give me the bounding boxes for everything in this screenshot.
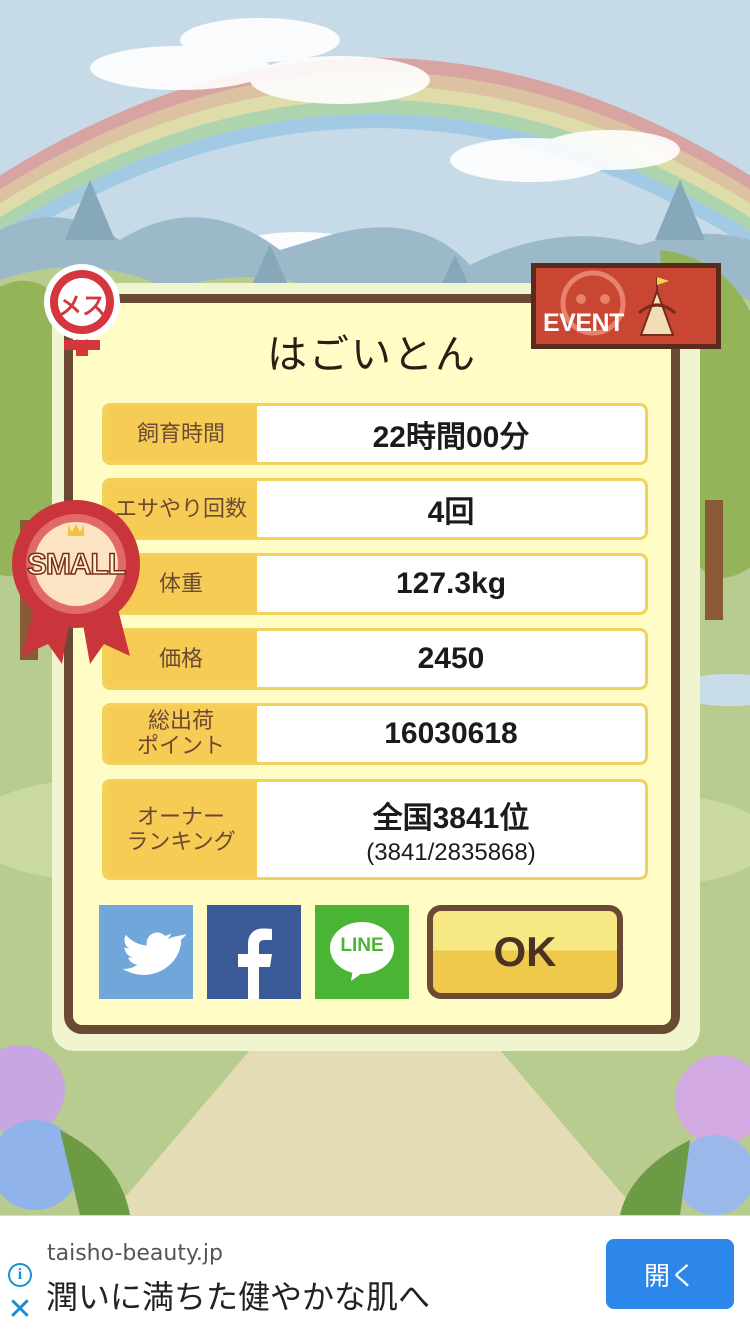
size-label: SMALL [26, 547, 127, 582]
stat-label: 飼育時間 [105, 406, 257, 462]
ad-close-icon[interactable]: ✕ [6, 1295, 34, 1325]
stat-row-owner-ranking: オーナー ランキング 全国3841位 (3841/2835868) [102, 779, 648, 880]
ranking-position: 全国3841位 [372, 801, 530, 835]
female-gender-badge: メス [36, 262, 128, 360]
ad-open-button[interactable]: 開く [606, 1239, 734, 1309]
stat-row-price: 価格 2450 [102, 628, 648, 690]
stat-row-breeding-time: 飼育時間 22時間00分 [102, 403, 648, 465]
twitter-share-button[interactable] [99, 905, 193, 999]
stat-value: 4回 [427, 496, 475, 529]
ad-domain: taisho-beauty.jp [47, 1241, 223, 1266]
stat-value: 127.3kg [395, 567, 507, 600]
stat-row-weight: 体重 127.3kg [102, 553, 648, 615]
ad-headline[interactable]: 潤いに満ちた健やかな肌へ [46, 1272, 430, 1318]
stat-label: オーナー ランキング [105, 782, 257, 877]
gender-label: メス [58, 292, 106, 320]
line-label: LINE [340, 935, 384, 956]
facebook-share-button[interactable] [207, 905, 301, 999]
stat-value: 2450 [417, 642, 485, 675]
stat-row-shipping-points: 総出荷 ポイント 16030618 [102, 703, 648, 765]
stat-value: 22時間00分 [372, 421, 530, 454]
event-label: EVENT [543, 309, 624, 337]
small-size-ribbon: SMALL [10, 496, 142, 668]
ranking-detail: (3841/2835868) [366, 838, 536, 866]
stat-value: 16030618 [384, 717, 518, 750]
facebook-f-icon [238, 928, 272, 999]
stat-label: 総出荷 ポイント [105, 706, 257, 762]
ad-info-icon[interactable]: i [8, 1263, 32, 1287]
ok-button[interactable]: OK [427, 905, 623, 999]
stat-row-feed-count: エサやり回数 4回 [102, 478, 648, 540]
line-share-button[interactable]: LINE [315, 905, 409, 999]
ranking-value: 全国3841位 (3841/2835868) [257, 782, 645, 877]
twitter-bird-icon [122, 932, 187, 975]
event-badge[interactable]: EVENT [531, 263, 721, 349]
ribbon-rosette-icon [12, 500, 140, 664]
